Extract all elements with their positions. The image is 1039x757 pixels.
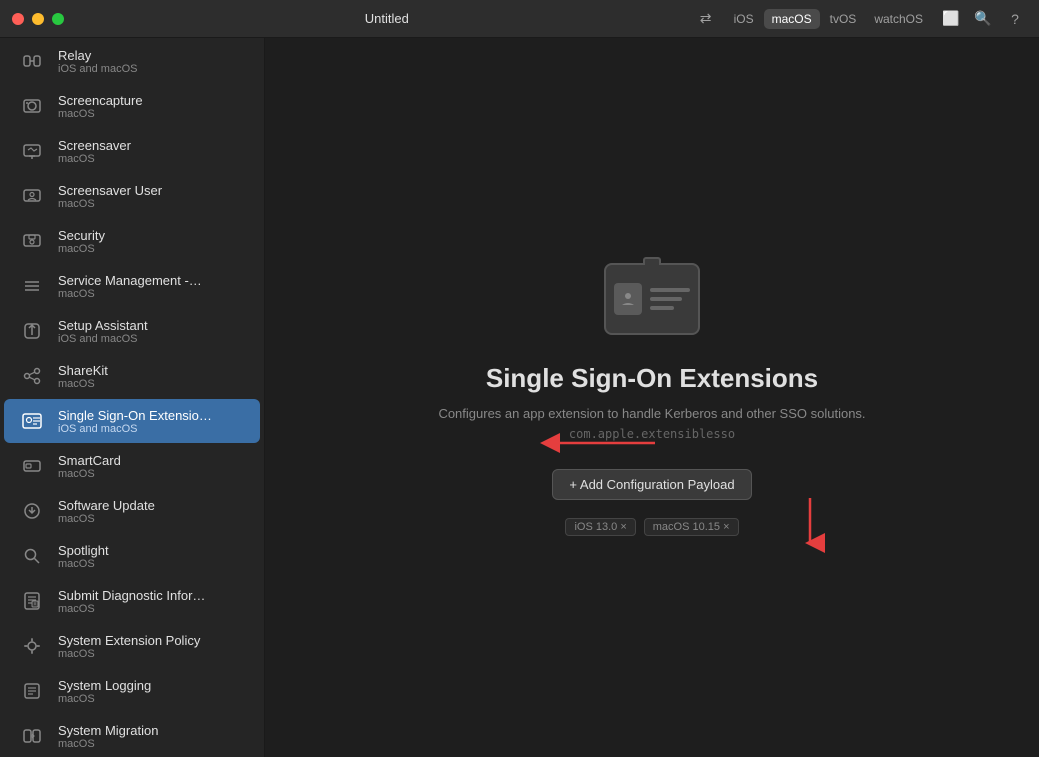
- version-tags: iOS 13.0 × macOS 10.15 ×: [565, 518, 738, 536]
- title-bar: Untitled ⇄ iOS macOS tvOS watchOS ⬜ 🔍 ?: [0, 0, 1039, 38]
- id-card-line-3: [650, 306, 674, 310]
- sidebar-item-submit-diagnostic[interactable]: Submit Diagnostic Infor… macOS: [4, 579, 260, 623]
- help-icon[interactable]: ?: [1003, 7, 1027, 31]
- sidebar-item-submit-diagnostic-text: Submit Diagnostic Infor… macOS: [58, 588, 205, 615]
- tab-ios[interactable]: iOS: [726, 9, 762, 29]
- sidebar-item-screencapture-text: Screencapture macOS: [58, 93, 143, 120]
- tab-watchos[interactable]: watchOS: [866, 9, 931, 29]
- version-tag-macos[interactable]: macOS 10.15 ×: [644, 518, 739, 536]
- security-icon: [16, 225, 48, 257]
- sidebar-item-sharekit-text: ShareKit macOS: [58, 363, 108, 390]
- system-logging-icon: [16, 675, 48, 707]
- sidebar-item-spotlight-text: Spotlight macOS: [58, 543, 109, 570]
- traffic-lights: [12, 13, 64, 25]
- sidebar-item-system-migration[interactable]: System Migration macOS: [4, 714, 260, 757]
- sidebar-item-software-update-text: Software Update macOS: [58, 498, 155, 525]
- sidebar-item-service-management[interactable]: Service Management -… macOS: [4, 264, 260, 308]
- id-card: [604, 263, 700, 335]
- arrow-down: [795, 498, 825, 558]
- id-card-lines: [650, 288, 690, 310]
- maximize-button[interactable]: [52, 13, 64, 25]
- spotlight-icon: [16, 540, 48, 572]
- sidebar-item-relay-text: Relay iOS and macOS: [58, 48, 137, 75]
- system-migration-icon: [16, 720, 48, 752]
- search-icon[interactable]: 🔍: [971, 7, 995, 31]
- sidebar-item-setup-assistant[interactable]: Setup Assistant iOS and macOS: [4, 309, 260, 353]
- version-tag-ios[interactable]: iOS 13.0 ×: [565, 518, 635, 536]
- sidebar-item-software-update[interactable]: Software Update macOS: [4, 489, 260, 533]
- arrow-left: [535, 428, 655, 463]
- sidebar-item-smartcard-text: SmartCard macOS: [58, 453, 121, 480]
- sidebar-item-single-sign-on-text: Single Sign-On Extensio… iOS and macOS: [58, 408, 212, 435]
- id-card-line-1: [650, 288, 690, 292]
- device-icon[interactable]: ⬜: [939, 7, 963, 31]
- window-title: Untitled: [80, 11, 694, 26]
- relay-icon: [16, 45, 48, 77]
- sidebar-item-screensaver[interactable]: Screensaver macOS: [4, 129, 260, 173]
- title-bar-actions: ⇄ iOS macOS tvOS watchOS ⬜ 🔍 ?: [694, 7, 1027, 31]
- sidebar-item-system-extension-policy-text: System Extension Policy macOS: [58, 633, 200, 660]
- content-area: Single Sign-On Extensions Configures an …: [265, 38, 1039, 757]
- sidebar: Relay iOS and macOS Screencapture macOS: [0, 38, 265, 757]
- minimize-button[interactable]: [32, 13, 44, 25]
- platform-tabs: iOS macOS tvOS watchOS: [726, 9, 931, 29]
- sidebar-item-screensaver-text: Screensaver macOS: [58, 138, 131, 165]
- sidebar-item-screencapture[interactable]: Screencapture macOS: [4, 84, 260, 128]
- submit-diagnostic-icon: [16, 585, 48, 617]
- screensaver-user-icon: [16, 180, 48, 212]
- system-extension-policy-icon: [16, 630, 48, 662]
- sidebar-item-screensaver-user[interactable]: Screensaver User macOS: [4, 174, 260, 218]
- sidebar-item-relay[interactable]: Relay iOS and macOS: [4, 39, 260, 83]
- screencapture-icon: [16, 90, 48, 122]
- filter-icon[interactable]: ⇄: [694, 7, 718, 31]
- screensaver-icon: [16, 135, 48, 167]
- sidebar-item-setup-assistant-text: Setup Assistant iOS and macOS: [58, 318, 148, 345]
- setup-assistant-icon: [16, 315, 48, 347]
- sidebar-item-system-logging-text: System Logging macOS: [58, 678, 151, 705]
- service-management-icon: [16, 270, 48, 302]
- add-configuration-payload-button[interactable]: + Add Configuration Payload: [552, 469, 751, 500]
- sharekit-icon: [16, 360, 48, 392]
- smartcard-icon: [16, 450, 48, 482]
- id-card-line-2: [650, 297, 682, 301]
- sidebar-item-service-management-text: Service Management -… macOS: [58, 273, 202, 300]
- main-layout: Relay iOS and macOS Screencapture macOS: [0, 38, 1039, 757]
- content-description: Configures an app extension to handle Ke…: [438, 406, 865, 421]
- id-card-notch: [643, 257, 661, 265]
- sidebar-item-security[interactable]: Security macOS: [4, 219, 260, 263]
- sso-icon: [602, 259, 702, 339]
- sidebar-item-security-text: Security macOS: [58, 228, 105, 255]
- content-title: Single Sign-On Extensions: [486, 363, 818, 394]
- id-card-photo: [614, 283, 642, 315]
- sidebar-item-sharekit[interactable]: ShareKit macOS: [4, 354, 260, 398]
- tab-tvos[interactable]: tvOS: [822, 9, 865, 29]
- single-sign-on-icon: [16, 405, 48, 437]
- close-button[interactable]: [12, 13, 24, 25]
- sidebar-item-single-sign-on[interactable]: Single Sign-On Extensio… iOS and macOS: [4, 399, 260, 443]
- sidebar-item-system-extension-policy[interactable]: System Extension Policy macOS: [4, 624, 260, 668]
- sidebar-item-spotlight[interactable]: Spotlight macOS: [4, 534, 260, 578]
- sidebar-item-system-logging[interactable]: System Logging macOS: [4, 669, 260, 713]
- tab-macos[interactable]: macOS: [764, 9, 820, 29]
- sidebar-item-system-migration-text: System Migration macOS: [58, 723, 158, 750]
- software-update-icon: [16, 495, 48, 527]
- sidebar-item-screensaver-user-text: Screensaver User macOS: [58, 183, 162, 210]
- sidebar-item-smartcard[interactable]: SmartCard macOS: [4, 444, 260, 488]
